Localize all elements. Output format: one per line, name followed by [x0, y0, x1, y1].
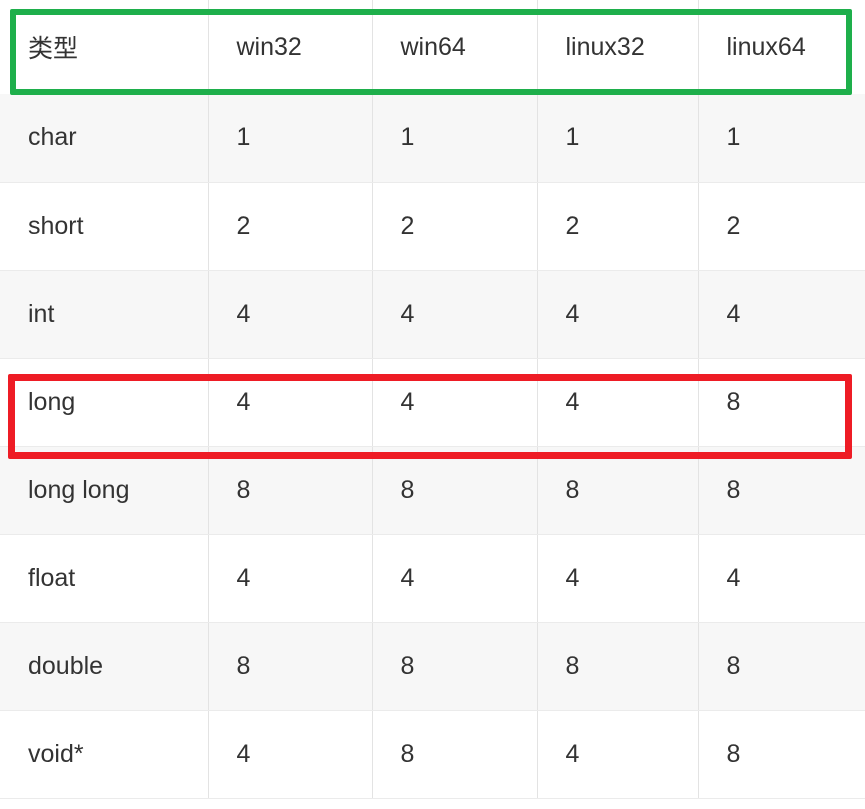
- cell-linux32: 1: [537, 94, 699, 183]
- cell-win64: 8: [372, 710, 538, 799]
- cell-win32: 2: [208, 182, 373, 271]
- cell-linux32: 2: [537, 182, 699, 271]
- row-type-label: long long: [0, 446, 209, 535]
- cell-linux32: 4: [537, 710, 699, 799]
- table-row: float 4 4 4 4: [0, 534, 865, 623]
- cell-win32: 4: [208, 358, 373, 447]
- cell-win32: 8: [208, 622, 373, 711]
- cell-win64: 4: [372, 534, 538, 623]
- cell-win64: 2: [372, 182, 538, 271]
- cell-win64: 8: [372, 446, 538, 535]
- column-header-win32: win32: [208, 0, 373, 94]
- row-type-label: short: [0, 182, 209, 271]
- cell-linux32: 8: [537, 446, 699, 535]
- table-row: long long 8 8 8 8: [0, 446, 865, 535]
- cell-win32: 4: [208, 534, 373, 623]
- table-header-row: 类型 win32 win64 linux32 linux64: [0, 0, 865, 94]
- cell-linux64: 4: [698, 534, 865, 623]
- cell-linux64: 1: [698, 94, 865, 183]
- row-type-label: float: [0, 534, 209, 623]
- cell-linux32: 4: [537, 358, 699, 447]
- cell-linux64: 8: [698, 710, 865, 799]
- table-row: int 4 4 4 4: [0, 270, 865, 359]
- cell-linux64: 8: [698, 622, 865, 711]
- cell-linux64: 2: [698, 182, 865, 271]
- cell-win32: 8: [208, 446, 373, 535]
- cell-win32: 4: [208, 710, 373, 799]
- cell-win64: 4: [372, 270, 538, 359]
- row-type-label: char: [0, 94, 209, 183]
- table-row: double 8 8 8 8: [0, 622, 865, 711]
- cell-linux64: 8: [698, 358, 865, 447]
- row-type-label: long: [0, 358, 209, 447]
- table-row-long: long 4 4 4 8: [0, 358, 865, 447]
- table-row: void* 4 8 4 8: [0, 710, 865, 799]
- cell-linux32: 4: [537, 534, 699, 623]
- column-header-linux32: linux32: [537, 0, 699, 94]
- type-size-table: 类型 win32 win64 linux32 linux64 char 1 1 …: [0, 0, 865, 799]
- cell-linux32: 8: [537, 622, 699, 711]
- row-type-label: void*: [0, 710, 209, 799]
- column-header-type: 类型: [0, 0, 209, 94]
- table-row: char 1 1 1 1: [0, 94, 865, 183]
- cell-win32: 4: [208, 270, 373, 359]
- table-row: short 2 2 2 2: [0, 182, 865, 271]
- row-type-label: double: [0, 622, 209, 711]
- cell-linux32: 4: [537, 270, 699, 359]
- column-header-win64: win64: [372, 0, 538, 94]
- cell-win64: 8: [372, 622, 538, 711]
- cell-win64: 4: [372, 358, 538, 447]
- cell-win32: 1: [208, 94, 373, 183]
- cell-linux64: 8: [698, 446, 865, 535]
- type-size-table-container: 类型 win32 win64 linux32 linux64 char 1 1 …: [0, 0, 865, 809]
- cell-win64: 1: [372, 94, 538, 183]
- cell-linux64: 4: [698, 270, 865, 359]
- column-header-linux64: linux64: [698, 0, 865, 94]
- row-type-label: int: [0, 270, 209, 359]
